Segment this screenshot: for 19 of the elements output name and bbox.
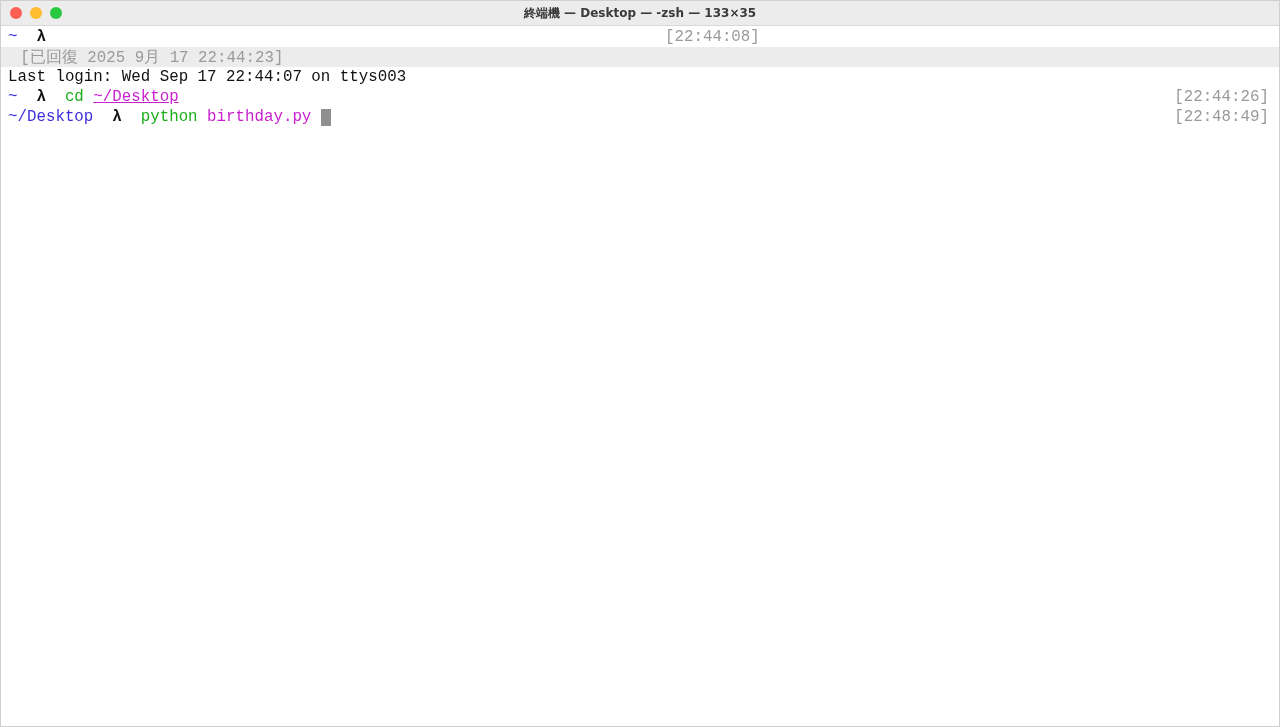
window-title: 終端機 — Desktop — -zsh — 133×35 xyxy=(523,4,757,22)
directory-text: ~ xyxy=(8,28,18,46)
prompt-symbol: λ xyxy=(36,28,46,46)
directory-text: ~/Desktop xyxy=(8,108,94,126)
timestamp: [22:48:49] xyxy=(1174,108,1269,126)
restored-session-text: [已回復 2025 9月 17 22:44:23] xyxy=(20,47,284,68)
output-text: Last login: Wed Sep 17 22:44:07 on ttys003 xyxy=(8,68,407,86)
timestamp: [22:44:26] xyxy=(1174,88,1269,106)
minimize-button[interactable] xyxy=(30,7,42,19)
command-text: cd xyxy=(64,88,84,106)
close-button[interactable] xyxy=(10,7,22,19)
path-link[interactable]: ~/Desktop xyxy=(93,88,179,106)
timestamp: [22:44:08] xyxy=(665,28,760,46)
directory-text: ~ xyxy=(8,88,18,106)
argument-text: birthday.py xyxy=(207,108,312,126)
zoom-button[interactable] xyxy=(50,7,62,19)
command-text: python xyxy=(140,108,198,126)
prompt-symbol: λ xyxy=(112,108,122,126)
prompt-symbol: λ xyxy=(36,88,46,106)
